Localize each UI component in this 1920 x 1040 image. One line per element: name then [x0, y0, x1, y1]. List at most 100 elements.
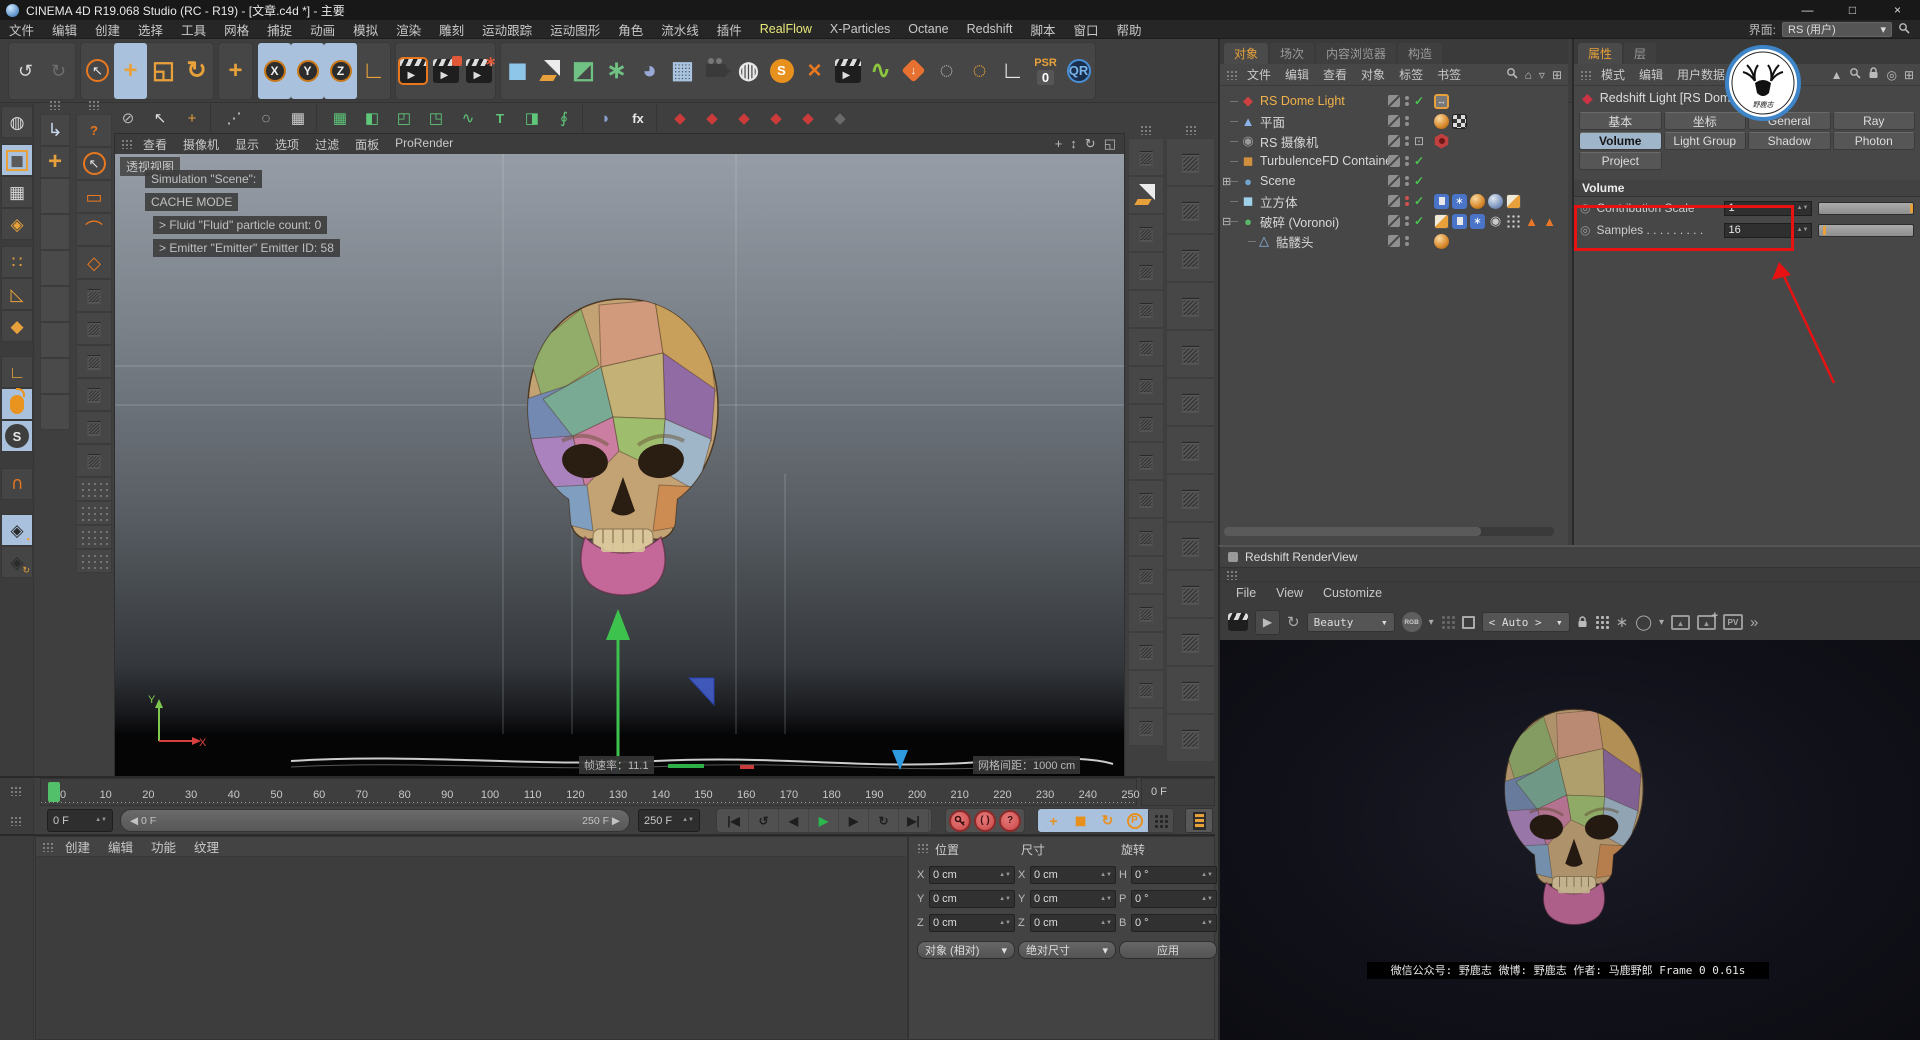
- menu-选择[interactable]: 选择: [129, 20, 172, 38]
- attr-menu-模式[interactable]: 模式: [1594, 66, 1632, 83]
- range-slider[interactable]: ◀ 0 F 250 F ▶: [120, 809, 630, 832]
- tab-对象[interactable]: 对象: [1224, 43, 1268, 64]
- key-scale-button[interactable]: ◼: [1067, 809, 1094, 832]
- prev-frame-button[interactable]: ◀: [779, 809, 809, 832]
- range-start[interactable]: ◀ 0 F: [130, 815, 156, 827]
- fx-icon[interactable]: fx: [622, 104, 654, 132]
- menu-创建[interactable]: 创建: [86, 20, 129, 38]
- maximize-button[interactable]: □: [1830, 0, 1875, 20]
- spinner-icon[interactable]: ▲▼: [999, 921, 1011, 926]
- layer-icon[interactable]: [1388, 135, 1400, 147]
- menu-编辑[interactable]: 编辑: [43, 20, 86, 38]
- spinner-icon[interactable]: ▲▼: [1797, 206, 1809, 211]
- lock-z-icon[interactable]: Z: [324, 43, 357, 99]
- camera-icon[interactable]: [699, 43, 732, 99]
- overflow-icon[interactable]: »: [1750, 614, 1758, 631]
- viewport-menu-查看[interactable]: 查看: [135, 136, 175, 153]
- drag-grip[interactable]: [917, 843, 929, 853]
- enabled-check-icon[interactable]: ✓: [1414, 174, 1424, 188]
- coord-field[interactable]: 0 cm▲▼: [1030, 914, 1116, 932]
- modeling-tool-b4[interactable]: ▨: [1166, 330, 1215, 378]
- lock-y-icon[interactable]: Y: [291, 43, 324, 99]
- subdivision-icon[interactable]: ◩: [567, 43, 600, 99]
- om-menu-标签[interactable]: 标签: [1392, 66, 1430, 83]
- magnet-snap-icon[interactable]: ∪: [1, 468, 33, 500]
- light-icon[interactable]: ◍: [732, 43, 765, 99]
- spinner-icon[interactable]: ▲▼: [1100, 873, 1112, 878]
- sculpt-tool-2-icon[interactable]: ▨: [76, 312, 112, 345]
- select-rect-icon[interactable]: ▭: [76, 180, 112, 213]
- object-row[interactable]: △骷髅头: [1220, 231, 1568, 251]
- coord-field[interactable]: 0 °▲▼: [1131, 914, 1217, 932]
- menu-文件[interactable]: 文件: [0, 20, 43, 38]
- empty-slot[interactable]: [40, 286, 70, 322]
- paint-tag-icon[interactable]: [1506, 194, 1521, 209]
- modeling-tool-b11[interactable]: ▨: [1166, 666, 1215, 714]
- modeling-tool-a7[interactable]: ▨: [1128, 404, 1164, 442]
- modeling-tool-b6[interactable]: ▨: [1166, 426, 1215, 474]
- drag-grip[interactable]: [10, 786, 22, 796]
- sculpt-tool-5-icon[interactable]: ▨: [76, 411, 112, 444]
- lock-icon[interactable]: [1868, 67, 1879, 82]
- object-row[interactable]: ▲平面: [1220, 111, 1568, 131]
- menu-RealFlow[interactable]: RealFlow: [751, 20, 821, 38]
- home-icon[interactable]: ⌂: [1525, 68, 1532, 82]
- chevron-down-icon[interactable]: ▾: [1429, 617, 1434, 628]
- filter-icon[interactable]: ▿: [1539, 68, 1545, 82]
- phong-tag-icon[interactable]: ◉: [1488, 214, 1503, 229]
- layer-icon[interactable]: [1388, 115, 1400, 127]
- cube-path-icon[interactable]: ◨: [516, 104, 548, 132]
- metaball-icon[interactable]: ◕: [633, 43, 666, 99]
- menu-Octane[interactable]: Octane: [899, 20, 957, 38]
- coord-field[interactable]: 0 cm▲▼: [929, 890, 1015, 908]
- visibility-dots[interactable]: [1405, 216, 1409, 226]
- sculpt-tool-1-icon[interactable]: ▨: [76, 279, 112, 312]
- menu-网格[interactable]: 网格: [215, 20, 258, 38]
- dome-tag-icon[interactable]: ↔: [1434, 94, 1449, 109]
- dither-icon[interactable]: [1441, 615, 1455, 629]
- go-end-button[interactable]: ▶|: [899, 809, 929, 832]
- last-tool-icon[interactable]: +: [219, 43, 252, 99]
- snapshot-icon[interactable]: ∗: [1616, 613, 1629, 631]
- psr-icon[interactable]: PSR0: [1029, 43, 1062, 99]
- modeling-tool-b8[interactable]: ▨: [1166, 522, 1215, 570]
- menu-窗口[interactable]: 窗口: [1064, 20, 1107, 38]
- toggle-view-icon[interactable]: ◱: [1104, 136, 1116, 152]
- modeling-tool-a15[interactable]: ▨: [1128, 708, 1164, 746]
- visibility-dots[interactable]: [1405, 176, 1409, 186]
- param-slider[interactable]: [1818, 202, 1914, 215]
- lock-icon[interactable]: [1577, 616, 1588, 628]
- playhead[interactable]: [48, 782, 60, 802]
- spinner-icon[interactable]: ▲▼: [999, 897, 1011, 902]
- pan-view-icon[interactable]: +: [1055, 136, 1063, 152]
- spinner-icon[interactable]: ▲▼: [1201, 921, 1213, 926]
- drag-grip[interactable]: [1185, 125, 1197, 135]
- record-help-button[interactable]: ?: [999, 810, 1021, 832]
- coord-dropdown[interactable]: 对象 (相对)▾: [917, 941, 1015, 959]
- param-field[interactable]: 1▲▼: [1724, 201, 1812, 216]
- floor-icon[interactable]: ▦: [666, 43, 699, 99]
- paint-tag-icon[interactable]: [1434, 214, 1449, 229]
- coord-field[interactable]: 0 °▲▼: [1131, 866, 1217, 884]
- move-icon[interactable]: +: [114, 43, 147, 99]
- modeling-tool-a0[interactable]: ▨: [1128, 138, 1164, 176]
- modeling-tool-a5[interactable]: ▨: [1128, 328, 1164, 366]
- menu-动画[interactable]: 动画: [301, 20, 344, 38]
- rv-menu-Customize[interactable]: Customize: [1315, 582, 1390, 604]
- key-parameter-button[interactable]: P: [1121, 809, 1148, 832]
- drag-grip[interactable]: [1140, 125, 1152, 135]
- sphere-tag-icon[interactable]: [1488, 194, 1503, 209]
- menu-运动图形[interactable]: 运动图形: [541, 20, 609, 38]
- modeling-tool-a12[interactable]: ▨: [1128, 594, 1164, 632]
- attr-tab-Light Group[interactable]: Light Group: [1664, 132, 1747, 150]
- grid-icon[interactable]: [1595, 615, 1609, 629]
- dot-circle-icon[interactable]: ◌: [250, 104, 282, 132]
- modeling-tool-b12[interactable]: ▨: [1166, 714, 1215, 762]
- param-field[interactable]: 16▲▼: [1724, 223, 1812, 238]
- om-menu-查看[interactable]: 查看: [1316, 66, 1354, 83]
- viewport-menu-过滤[interactable]: 过滤: [307, 136, 347, 153]
- select-live-icon[interactable]: ↖: [76, 147, 112, 180]
- visibility-dots[interactable]: [1405, 136, 1409, 146]
- dotstag-tag-icon[interactable]: [1506, 214, 1521, 229]
- bucket-dropdown[interactable]: < Auto >▾: [1482, 612, 1570, 632]
